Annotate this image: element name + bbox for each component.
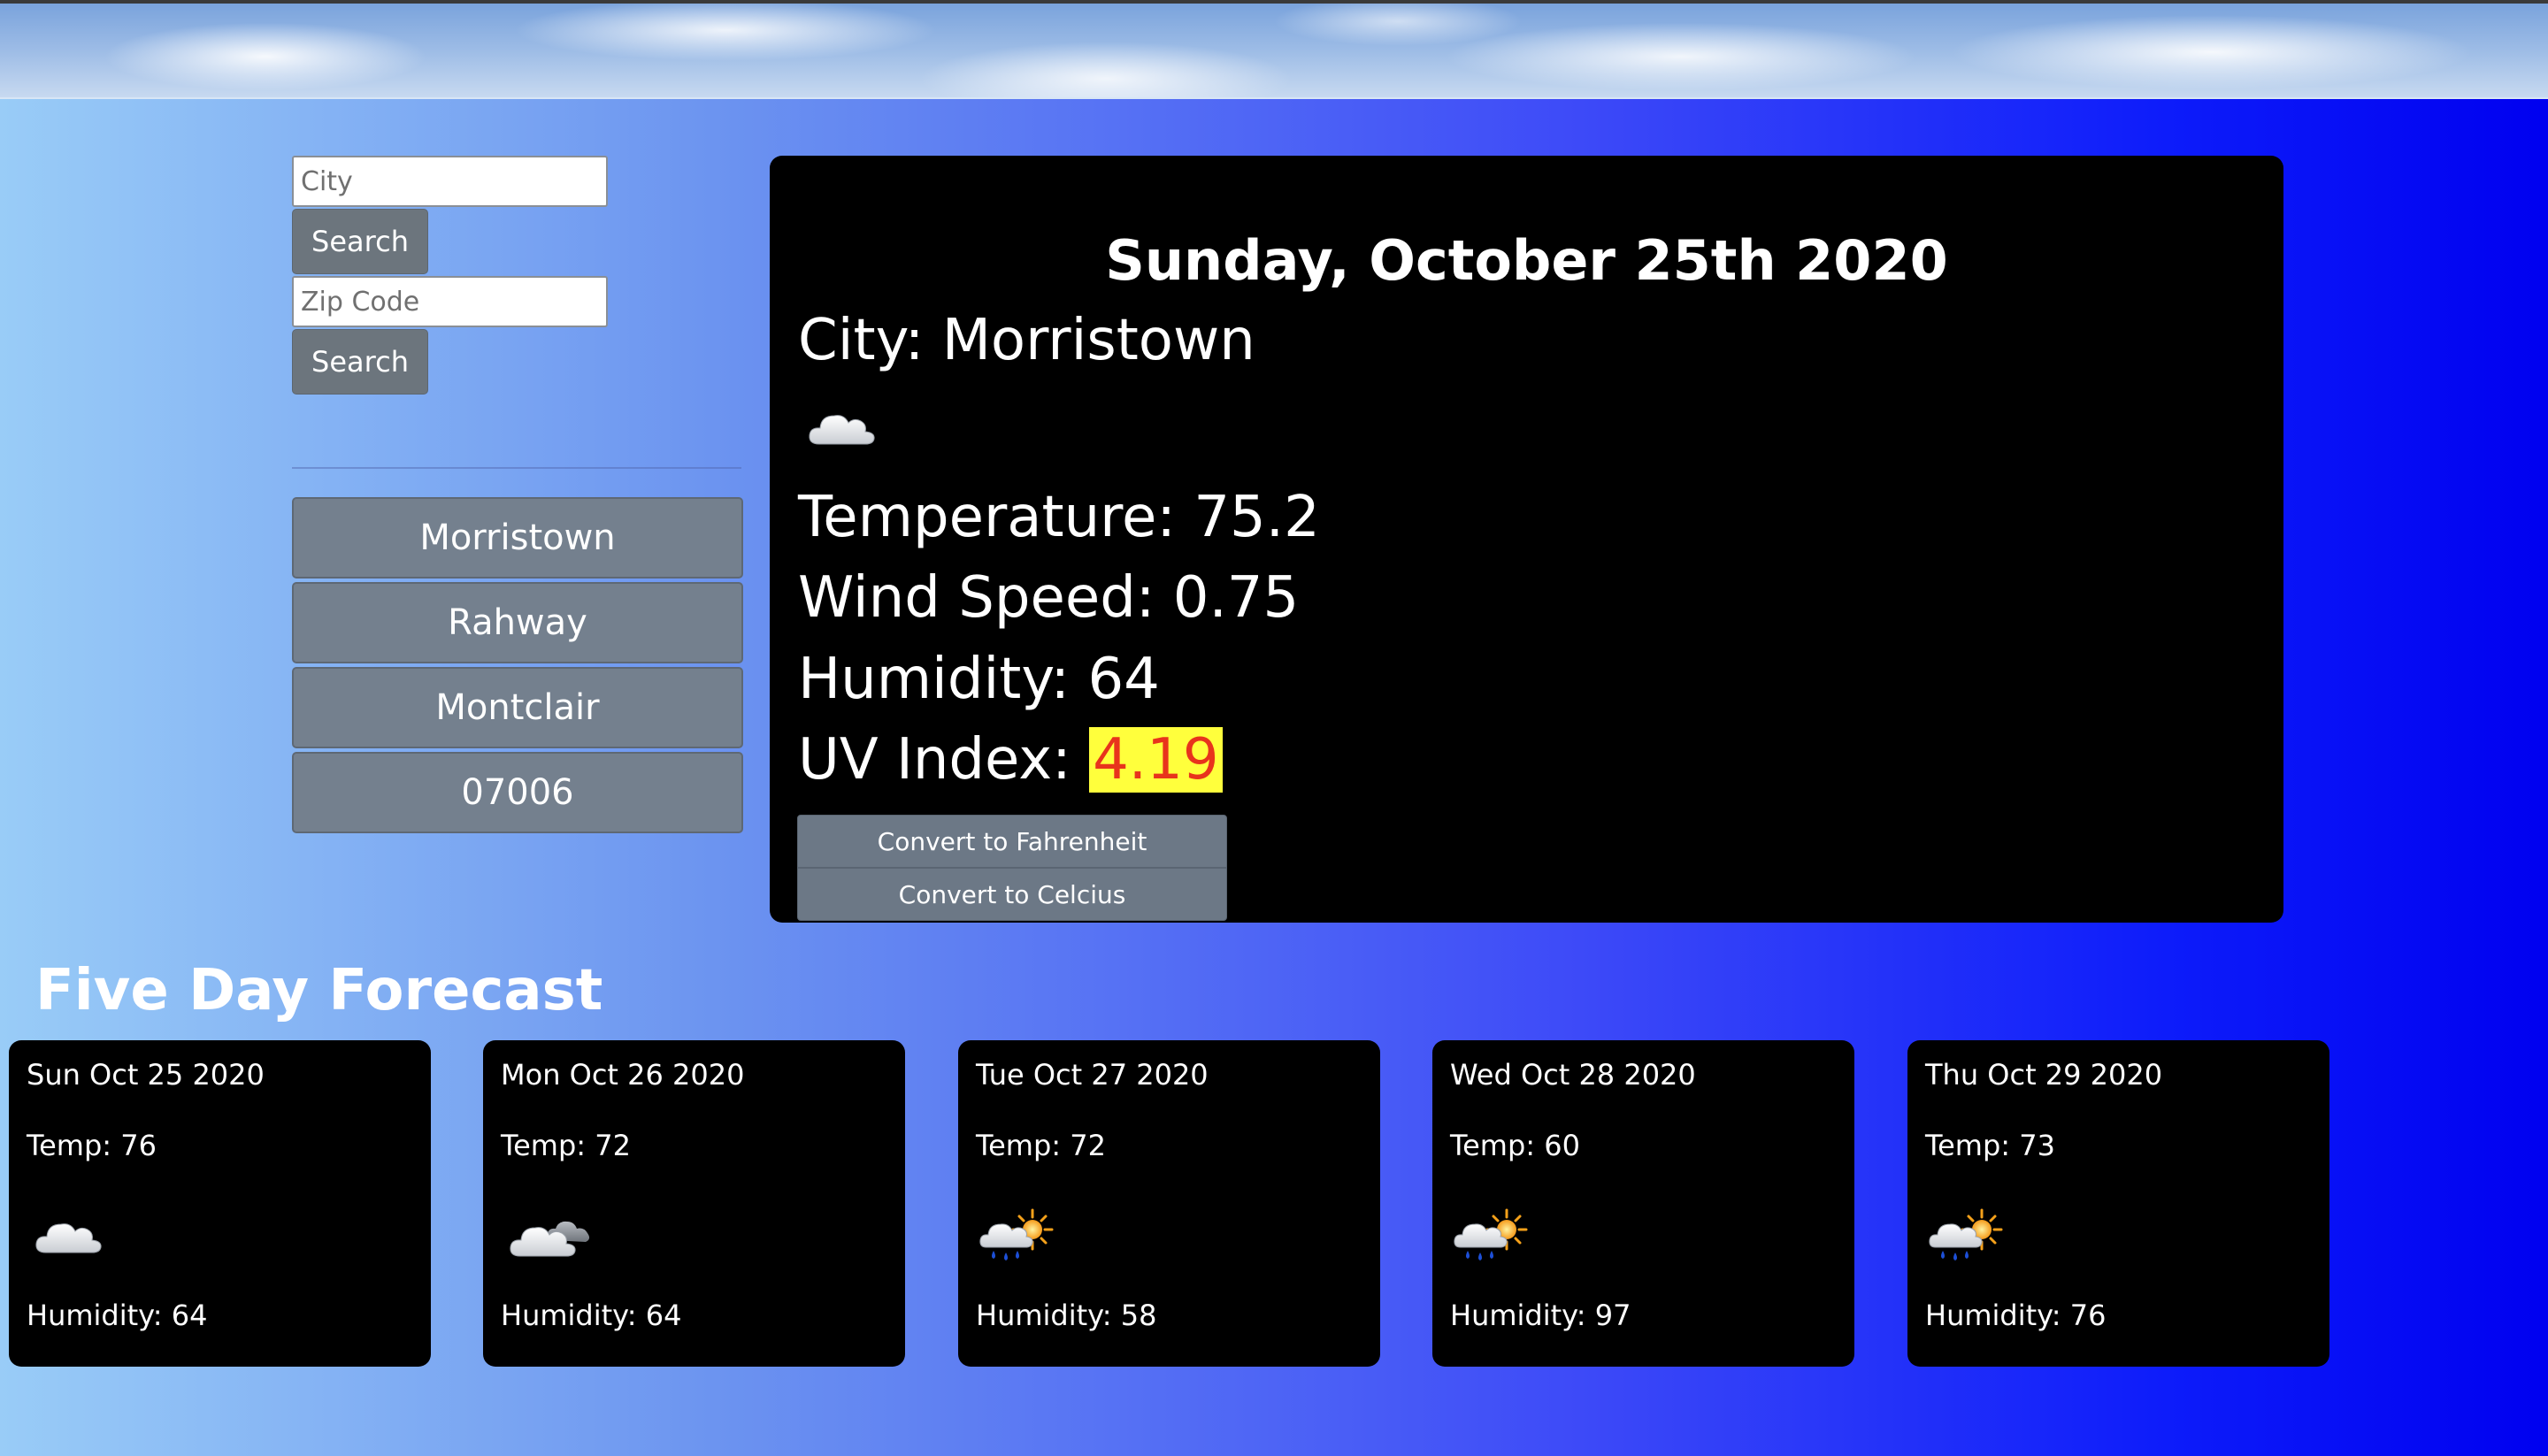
forecast-temp: Temp: 72 bbox=[976, 1129, 1106, 1162]
forecast-humidity: Humidity: 58 bbox=[976, 1299, 1157, 1332]
rain-sun-icon bbox=[1927, 1207, 2007, 1272]
forecast-temp: Temp: 76 bbox=[27, 1129, 157, 1162]
forecast-humidity: Humidity: 64 bbox=[27, 1299, 208, 1332]
zip-search-button[interactable]: Search bbox=[292, 329, 428, 395]
forecast-temp: Temp: 72 bbox=[501, 1129, 631, 1162]
forecast-date: Thu Oct 29 2020 bbox=[1925, 1058, 2163, 1092]
forecast-card: Mon Oct 26 2020 Temp: 72 Humidity: 64 bbox=[483, 1040, 905, 1367]
forecast-humidity: Humidity: 76 bbox=[1925, 1299, 2107, 1332]
history-button-07006[interactable]: 07006 bbox=[292, 752, 743, 833]
history-button-montclair[interactable]: Montclair bbox=[292, 667, 743, 748]
humidity-value: 64 bbox=[1087, 647, 1160, 712]
forecast-temp: Temp: 73 bbox=[1925, 1129, 2055, 1162]
forecast-date: Tue Oct 27 2020 bbox=[976, 1058, 1209, 1092]
city-name: Morristown bbox=[941, 308, 1255, 373]
convert-fahrenheit-button[interactable]: Convert to Fahrenheit bbox=[797, 815, 1227, 868]
current-uv-index: UV Index: 4.19 bbox=[798, 727, 1223, 793]
city-search-button[interactable]: Search bbox=[292, 209, 428, 274]
city-search-input[interactable] bbox=[292, 156, 608, 207]
forecast-temp: Temp: 60 bbox=[1450, 1129, 1580, 1162]
rain-sun-icon bbox=[1452, 1207, 1531, 1272]
current-humidity: Humidity: 64 bbox=[798, 647, 1160, 712]
forecast-humidity: Humidity: 97 bbox=[1450, 1299, 1631, 1332]
sky-banner bbox=[0, 0, 2548, 99]
current-city: City: Morristown bbox=[798, 308, 1255, 373]
sidebar-divider bbox=[292, 467, 741, 469]
zip-search-input[interactable] bbox=[292, 276, 608, 327]
forecast-date: Wed Oct 28 2020 bbox=[1450, 1058, 1696, 1092]
forecast-card: Tue Oct 27 2020 Temp: 72 Humidity: 58 bbox=[958, 1040, 1380, 1367]
history-button-rahway[interactable]: Rahway bbox=[292, 582, 743, 663]
current-temperature: Temperature: 75.2 bbox=[798, 485, 1320, 550]
current-weather-card: Sunday, October 25th 2020 City: Morristo… bbox=[770, 156, 2283, 923]
forecast-humidity: Humidity: 64 bbox=[501, 1299, 682, 1332]
forecast-card: Sun Oct 25 2020 Temp: 76 Humidity: 64 bbox=[9, 1040, 431, 1367]
forecast-card: Wed Oct 28 2020 Temp: 60 Humidity: 97 bbox=[1432, 1040, 1854, 1367]
current-wind-speed: Wind Speed: 0.75 bbox=[798, 565, 1300, 631]
forecast-date: Mon Oct 26 2020 bbox=[501, 1058, 745, 1092]
clouds-icon bbox=[508, 1214, 596, 1265]
rain-sun-icon bbox=[978, 1207, 1057, 1272]
cloud-icon bbox=[34, 1214, 104, 1261]
convert-celcius-button[interactable]: Convert to Celcius bbox=[797, 868, 1227, 921]
uv-index-badge: 4.19 bbox=[1089, 727, 1223, 793]
wind-speed-value: 0.75 bbox=[1172, 565, 1300, 631]
forecast-title: Five Day Forecast bbox=[35, 958, 603, 1023]
current-date: Sunday, October 25th 2020 bbox=[1105, 228, 1948, 293]
forecast-date: Sun Oct 25 2020 bbox=[27, 1058, 265, 1092]
cloud-icon bbox=[807, 405, 878, 453]
history-button-morristown[interactable]: Morristown bbox=[292, 497, 743, 579]
temperature-value: 75.2 bbox=[1193, 485, 1320, 550]
forecast-card: Thu Oct 29 2020 Temp: 73 Humidity: 76 bbox=[1907, 1040, 2329, 1367]
